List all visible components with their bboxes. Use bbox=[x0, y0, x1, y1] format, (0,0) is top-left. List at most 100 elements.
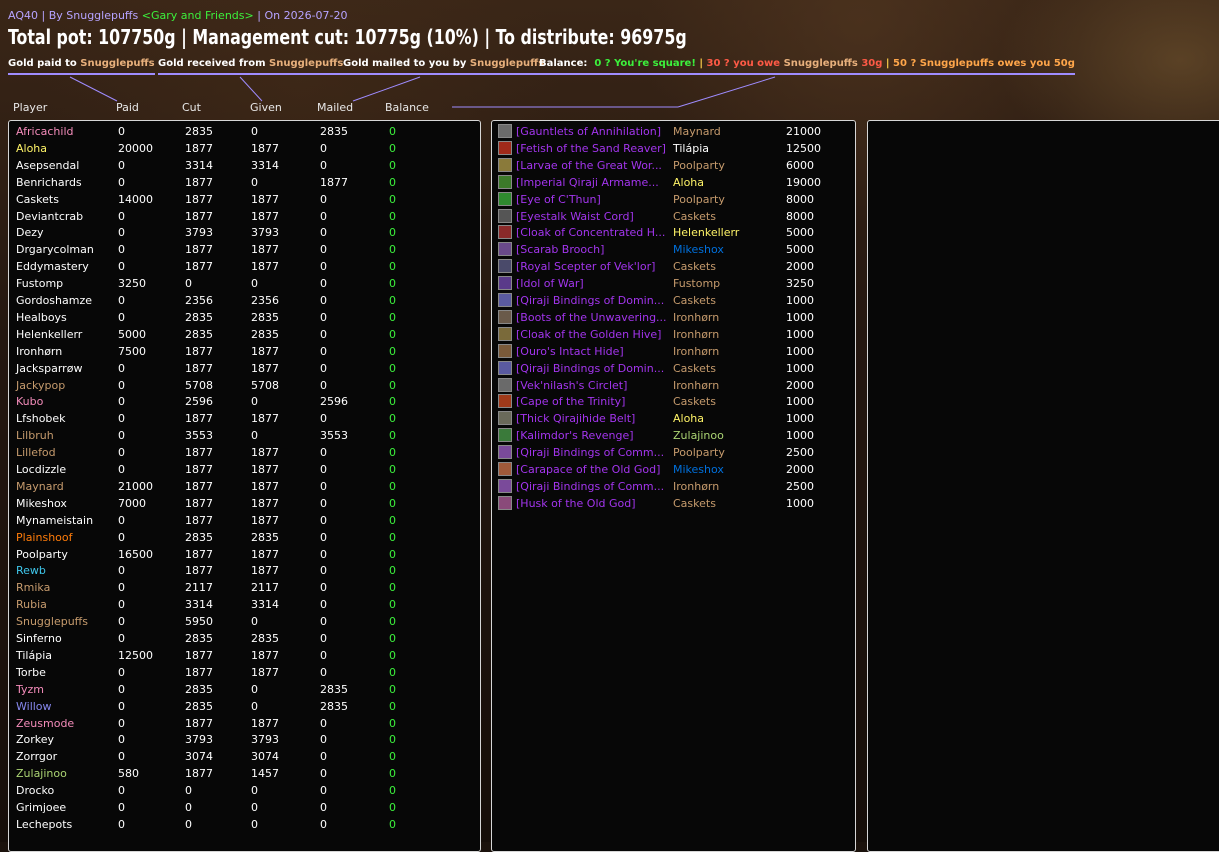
item-link[interactable]: [Cape of the Trinity] bbox=[516, 393, 625, 410]
table-row[interactable]: Caskets 14000 1877 1877 0 0 bbox=[9, 191, 469, 208]
table-row[interactable]: Africachild 0 2835 0 2835 0 bbox=[9, 123, 469, 140]
table-row[interactable]: Jackypop 0 5708 5708 0 0 bbox=[9, 377, 469, 394]
cell-cut: 1877 bbox=[185, 716, 213, 730]
loot-row[interactable]: [Qiraji Bindings of Domin... Caskets 1000 bbox=[492, 292, 852, 309]
loot-row[interactable]: [Boots of the Unwavering... Ironhørn 1000 bbox=[492, 309, 852, 326]
table-row[interactable]: Ironhørn 7500 1877 1877 0 0 bbox=[9, 343, 469, 360]
loot-row[interactable]: [Carapace of the Old God] Mikeshox 2000 bbox=[492, 461, 852, 478]
table-row[interactable]: Jacksparrøw 0 1877 1877 0 0 bbox=[9, 360, 469, 377]
loot-row[interactable]: [Qiraji Bindings of Domin... Caskets 1000 bbox=[492, 360, 852, 377]
item-link[interactable]: [Ouro's Intact Hide] bbox=[516, 343, 624, 360]
loot-row[interactable]: [Thick Qirajihide Belt] Aloha 1000 bbox=[492, 410, 852, 427]
table-row[interactable]: Lilbruh 0 3553 0 3553 0 bbox=[9, 427, 469, 444]
table-row[interactable]: Poolparty 16500 1877 1877 0 0 bbox=[9, 546, 469, 563]
table-row[interactable]: Plainshoof 0 2835 2835 0 0 bbox=[9, 529, 469, 546]
loot-row[interactable]: [Royal Scepter of Vek'lor] Caskets 2000 bbox=[492, 258, 852, 275]
item-link[interactable]: [Qiraji Bindings of Domin... bbox=[516, 360, 664, 377]
players-panel[interactable]: Africachild 0 2835 0 2835 0 Aloha 20000 1877 1877… bbox=[8, 120, 481, 852]
item-link[interactable]: [Scarab Brooch] bbox=[516, 241, 604, 258]
item-link[interactable]: [Boots of the Unwavering... bbox=[516, 309, 667, 326]
table-row[interactable]: Snugglepuffs 0 5950 0 0 0 bbox=[9, 613, 469, 630]
table-row[interactable]: Healboys 0 2835 2835 0 0 bbox=[9, 309, 469, 326]
table-row[interactable]: Tilápia 12500 1877 1877 0 0 bbox=[9, 647, 469, 664]
table-row[interactable]: Tyzm 0 2835 0 2835 0 bbox=[9, 681, 469, 698]
legend-mailed-label: Gold mailed to you by bbox=[343, 58, 467, 69]
table-row[interactable]: Deviantcrab 0 1877 1877 0 0 bbox=[9, 208, 469, 225]
item-link[interactable]: [Eyestalk Waist Cord] bbox=[516, 208, 634, 225]
table-row[interactable]: Lillefod 0 1877 1877 0 0 bbox=[9, 444, 469, 461]
table-row[interactable]: Grimjoee 0 0 0 0 0 bbox=[9, 799, 469, 816]
table-row[interactable]: Sinferno 0 2835 2835 0 0 bbox=[9, 630, 469, 647]
table-row[interactable]: Zeusmode 0 1877 1877 0 0 bbox=[9, 715, 469, 732]
item-winner: Poolparty bbox=[673, 158, 725, 172]
table-row[interactable]: Aloha 20000 1877 1877 0 0 bbox=[9, 140, 469, 157]
table-row[interactable]: Lechepots 0 0 0 0 0 bbox=[9, 816, 469, 833]
item-link[interactable]: [Qiraji Bindings of Domin... bbox=[516, 292, 664, 309]
loot-row[interactable]: [Cloak of the Golden Hive] Ironhørn 1000 bbox=[492, 326, 852, 343]
loot-row[interactable]: [Cape of the Trinity] Caskets 1000 bbox=[492, 393, 852, 410]
cell-paid: 0 bbox=[118, 226, 125, 240]
item-link[interactable]: [Kalimdor's Revenge] bbox=[516, 427, 634, 444]
husk-icon bbox=[498, 495, 512, 510]
cell-paid: 0 bbox=[118, 446, 125, 460]
loot-panel[interactable]: [Gauntlets of Annihilation] Maynard 21000[… bbox=[491, 120, 856, 852]
item-link[interactable]: [Larvae of the Great Wor... bbox=[516, 157, 662, 174]
item-link[interactable]: [Husk of the Old God] bbox=[516, 495, 636, 512]
table-row[interactable]: Fustomp 3250 0 0 0 0 bbox=[9, 275, 469, 292]
item-link[interactable]: [Vek'nilash's Circlet] bbox=[516, 377, 627, 394]
loot-row[interactable]: [Idol of War] Fustomp 3250 bbox=[492, 275, 852, 292]
item-link[interactable]: [Carapace of the Old God] bbox=[516, 461, 660, 478]
item-link[interactable]: [Thick Qirajihide Belt] bbox=[516, 410, 635, 427]
item-link[interactable]: [Gauntlets of Annihilation] bbox=[516, 123, 661, 140]
table-row[interactable]: Rewb 0 1877 1877 0 0 bbox=[9, 562, 469, 579]
loot-row[interactable]: [Larvae of the Great Wor... Poolparty 6000 bbox=[492, 157, 852, 174]
loot-row[interactable]: [Qiraji Bindings of Comm... Poolparty 2500 bbox=[492, 444, 852, 461]
table-row[interactable]: Torbe 0 1877 1877 0 0 bbox=[9, 664, 469, 681]
table-row[interactable]: Mynameistain 0 1877 1877 0 0 bbox=[9, 512, 469, 529]
item-link[interactable]: [Imperial Qiraji Armame... bbox=[516, 174, 659, 191]
cell-balance: 0 bbox=[389, 682, 396, 696]
table-row[interactable]: Mikeshox 7000 1877 1877 0 0 bbox=[9, 495, 469, 512]
item-link[interactable]: [Cloak of the Golden Hive] bbox=[516, 326, 661, 343]
item-link[interactable]: [Qiraji Bindings of Comm... bbox=[516, 478, 664, 495]
table-row[interactable]: Eddymastery 0 1877 1877 0 0 bbox=[9, 258, 469, 275]
loot-row[interactable]: [Eyestalk Waist Cord] Caskets 8000 bbox=[492, 208, 852, 225]
table-row[interactable]: Zorkey 0 3793 3793 0 0 bbox=[9, 731, 469, 748]
loot-row[interactable]: [Gauntlets of Annihilation] Maynard 21000 bbox=[492, 123, 852, 140]
loot-row[interactable]: [Imperial Qiraji Armame... Aloha 19000 bbox=[492, 174, 852, 191]
item-link[interactable]: [Royal Scepter of Vek'lor] bbox=[516, 258, 655, 275]
item-link[interactable]: [Fetish of the Sand Reaver] bbox=[516, 140, 666, 157]
table-row[interactable]: Benrichards 0 1877 0 1877 0 bbox=[9, 174, 469, 191]
table-row[interactable]: Helenkellerr 5000 2835 2835 0 0 bbox=[9, 326, 469, 343]
loot-row[interactable]: [Qiraji Bindings of Comm... Ironhørn 2500 bbox=[492, 478, 852, 495]
table-row[interactable]: Asepsendal 0 3314 3314 0 0 bbox=[9, 157, 469, 174]
table-row[interactable]: Rmika 0 2117 2117 0 0 bbox=[9, 579, 469, 596]
table-row[interactable]: Maynard 21000 1877 1877 0 0 bbox=[9, 478, 469, 495]
table-row[interactable]: Locdizzle 0 1877 1877 0 0 bbox=[9, 461, 469, 478]
raid-name: AQ40 bbox=[8, 9, 38, 22]
legend-mailed-name: Snugglepuffs bbox=[469, 58, 545, 69]
loot-row[interactable]: [Vek'nilash's Circlet] Ironhørn 2000 bbox=[492, 377, 852, 394]
table-row[interactable]: Zorrgor 0 3074 3074 0 0 bbox=[9, 748, 469, 765]
loot-row[interactable]: [Scarab Brooch] Mikeshox 5000 bbox=[492, 241, 852, 258]
table-row[interactable]: Lfshobek 0 1877 1877 0 0 bbox=[9, 410, 469, 427]
table-row[interactable]: Willow 0 2835 0 2835 0 bbox=[9, 698, 469, 715]
table-row[interactable]: Zulajinoo 580 1877 1457 0 0 bbox=[9, 765, 469, 782]
cell-paid: 14000 bbox=[118, 192, 153, 206]
table-row[interactable]: Drgarycolman 0 1877 1877 0 0 bbox=[9, 241, 469, 258]
loot-row[interactable]: [Fetish of the Sand Reaver] Tilápia 12500 bbox=[492, 140, 852, 157]
loot-row[interactable]: [Cloak of Concentrated H... Helenkellerr 5… bbox=[492, 224, 852, 241]
item-link[interactable]: [Qiraji Bindings of Comm... bbox=[516, 444, 664, 461]
table-row[interactable]: Dezy 0 3793 3793 0 0 bbox=[9, 224, 469, 241]
loot-row[interactable]: [Kalimdor's Revenge] Zulajinoo 1000 bbox=[492, 427, 852, 444]
table-row[interactable]: Gordoshamze 0 2356 2356 0 0 bbox=[9, 292, 469, 309]
item-link[interactable]: [Cloak of Concentrated H... bbox=[516, 224, 665, 241]
item-link[interactable]: [Idol of War] bbox=[516, 275, 584, 292]
loot-row[interactable]: [Ouro's Intact Hide] Ironhørn 1000 bbox=[492, 343, 852, 360]
table-row[interactable]: Drocko 0 0 0 0 0 bbox=[9, 782, 469, 799]
loot-row[interactable]: [Eye of C'Thun] Poolparty 8000 bbox=[492, 191, 852, 208]
loot-row[interactable]: [Husk of the Old God] Caskets 1000 bbox=[492, 495, 852, 512]
table-row[interactable]: Rubia 0 3314 3314 0 0 bbox=[9, 596, 469, 613]
table-row[interactable]: Kubo 0 2596 0 2596 0 bbox=[9, 393, 469, 410]
item-link[interactable]: [Eye of C'Thun] bbox=[516, 191, 601, 208]
